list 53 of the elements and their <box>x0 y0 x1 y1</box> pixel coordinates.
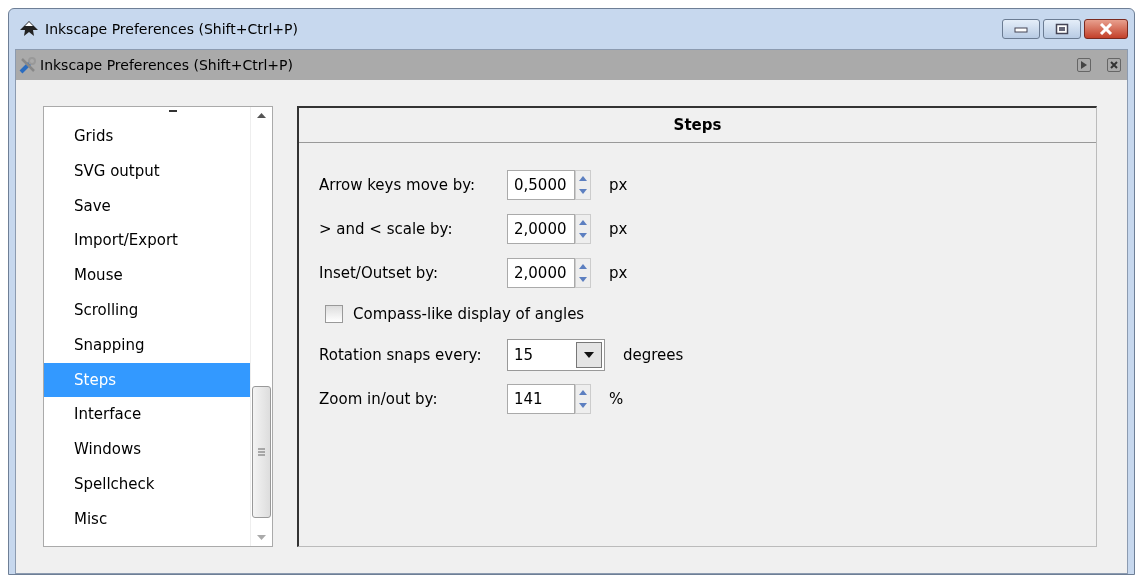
app-icon <box>19 20 39 38</box>
number-field[interactable]: 141 <box>507 384 575 414</box>
close-button[interactable] <box>1107 58 1121 72</box>
close-button[interactable] <box>1084 19 1128 39</box>
close-icon <box>1110 61 1118 69</box>
window-title: Inkscape Preferences (Shift+Ctrl+P) <box>45 21 299 37</box>
sidebar-item[interactable]: Interface <box>44 397 250 433</box>
spin-arrows-icon[interactable] <box>575 384 591 414</box>
dock-title: Inkscape Preferences (Shift+Ctrl+P) <box>40 57 294 73</box>
sidebar-item[interactable]: Scrolling <box>44 293 250 328</box>
setting-label: Rotation snaps every: <box>319 346 483 364</box>
sidebar-item[interactable]: SVG output <box>44 153 250 189</box>
sidebar-item[interactable]: Grids <box>44 119 250 154</box>
sidebar-item[interactable]: Mouse <box>44 258 250 293</box>
setting-label: Arrow keys move by: <box>319 176 477 194</box>
unit-label: px <box>609 176 628 194</box>
number-field[interactable]: 0,5000 <box>507 170 575 200</box>
number-field[interactable]: 2,0000 <box>507 258 575 288</box>
scroll-down-icon <box>257 535 266 540</box>
checkbox-label: Compass-like display of angles <box>353 305 585 323</box>
play-icon <box>1080 61 1088 69</box>
setting-label: Inset/Outset by: <box>319 264 440 282</box>
spin-arrows-icon[interactable] <box>575 170 591 200</box>
unit-label: px <box>609 264 628 282</box>
panel-title: Steps <box>299 108 1096 143</box>
scrollbar[interactable] <box>250 107 272 546</box>
grip-icon <box>258 447 265 456</box>
scroll-up-icon <box>257 113 266 118</box>
sidebar-item[interactable]: Save <box>44 188 250 224</box>
sidebar-item[interactable]: Import/Export <box>44 223 250 259</box>
dropdown[interactable]: 15 <box>507 339 605 371</box>
scroll-thumb[interactable] <box>252 385 271 518</box>
spin-arrows-icon[interactable] <box>575 258 591 288</box>
checkbox[interactable] <box>325 305 343 323</box>
dropdown-value: 15 <box>514 346 534 364</box>
tools-icon <box>18 56 38 74</box>
setting-label: > and < scale by: <box>319 220 454 238</box>
spin-arrows-icon[interactable] <box>575 214 591 244</box>
play-button[interactable] <box>1077 58 1091 72</box>
unit-label: degrees <box>623 346 684 364</box>
maximize-icon <box>1055 23 1069 35</box>
setting-label: Zoom in/out by: <box>319 390 439 408</box>
unit-label: px <box>609 220 628 238</box>
sidebar-item[interactable]: Snapping <box>44 327 250 363</box>
maximize-button[interactable] <box>1043 19 1081 39</box>
sidebar-item[interactable]: Windows <box>44 432 250 467</box>
minimize-icon <box>1014 25 1028 33</box>
close-icon <box>1098 23 1114 35</box>
sidebar-item[interactable]: Spellcheck <box>44 466 250 502</box>
minimize-button[interactable] <box>1002 19 1040 39</box>
unit-label: % <box>609 390 624 408</box>
sidebar-item[interactable]: Misc <box>44 501 250 537</box>
number-field[interactable]: 2,0000 <box>507 214 575 244</box>
